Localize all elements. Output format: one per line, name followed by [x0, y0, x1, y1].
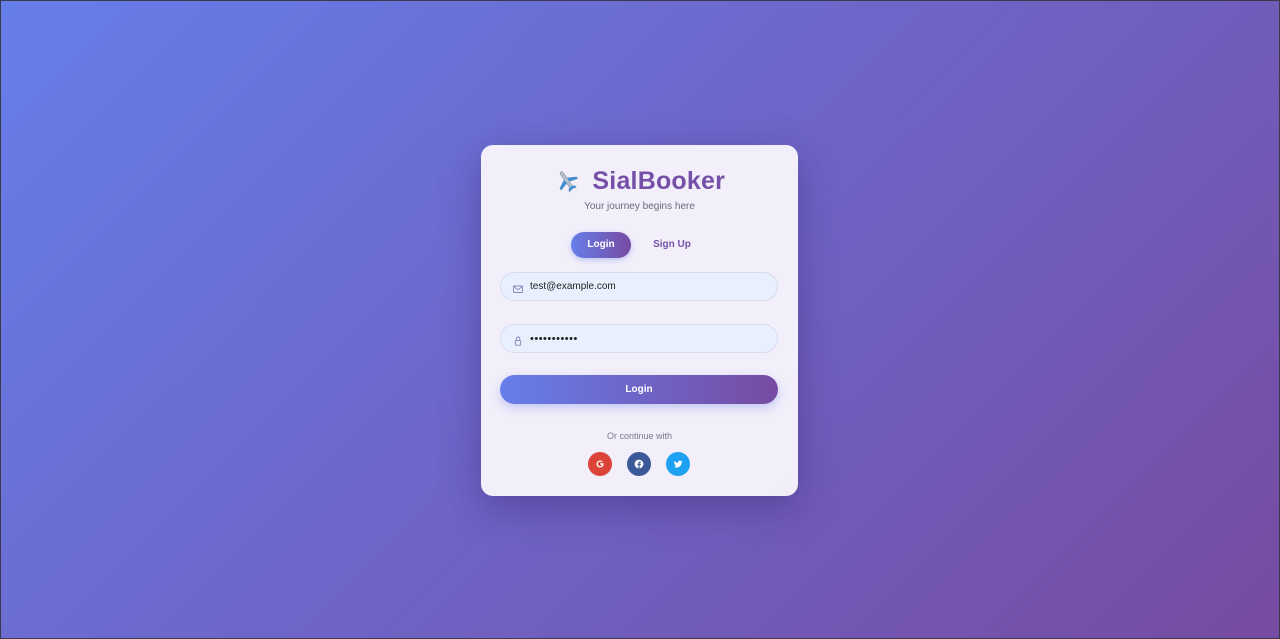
brand-tagline: Your journey begins here — [584, 201, 695, 212]
lock-icon — [512, 334, 524, 346]
envelope-icon — [512, 282, 524, 294]
facebook-icon — [634, 459, 644, 469]
login-submit-button[interactable]: Login — [500, 375, 778, 404]
twitter-login-button[interactable] — [666, 452, 690, 476]
brand-header: SialBooker — [481, 165, 798, 197]
twitter-icon — [673, 460, 683, 468]
google-icon — [596, 460, 604, 468]
auth-tabs: Login Sign Up — [571, 232, 702, 258]
facebook-login-button[interactable] — [627, 452, 651, 476]
tab-login[interactable]: Login — [571, 232, 631, 258]
tab-sign-up[interactable]: Sign Up — [642, 232, 702, 258]
password-field[interactable] — [500, 324, 778, 353]
brand-title: SialBooker — [592, 167, 726, 195]
email-input[interactable] — [530, 273, 765, 300]
email-field[interactable] — [500, 272, 778, 301]
social-divider-text: Or continue with — [606, 431, 673, 441]
social-login-buttons — [588, 452, 690, 477]
login-card: SialBooker Your journey begins here Logi… — [481, 145, 798, 496]
password-input[interactable] — [530, 325, 765, 352]
google-login-button[interactable] — [588, 452, 612, 476]
airplane-icon — [554, 168, 580, 194]
